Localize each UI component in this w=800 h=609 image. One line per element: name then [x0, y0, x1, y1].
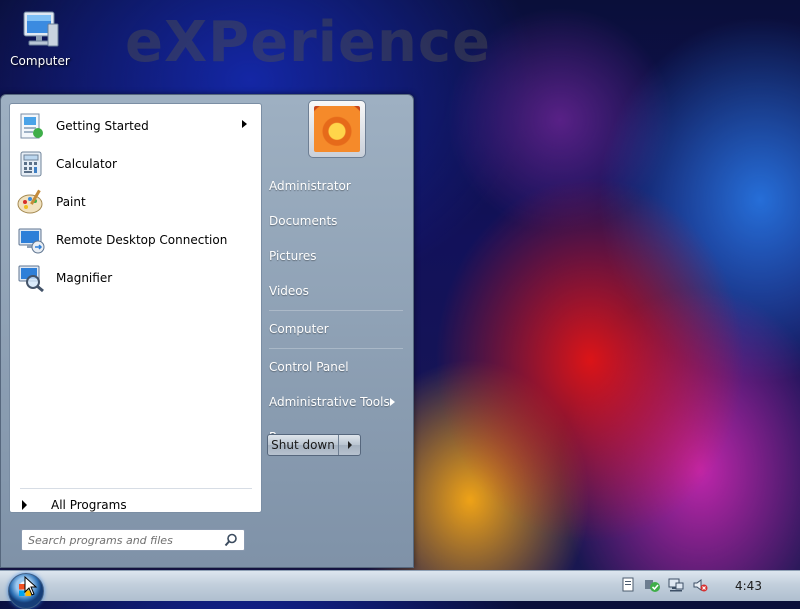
shutdown-label: Shut down — [271, 438, 335, 452]
action-center-icon[interactable] — [620, 577, 636, 593]
search-input[interactable] — [28, 532, 218, 548]
user-avatar — [308, 100, 366, 158]
menu-item-computer[interactable]: Computer — [269, 317, 405, 341]
menu-item-label: Control Panel — [269, 360, 349, 374]
shutdown-button-group: Shut down — [267, 434, 361, 456]
submenu-arrow-icon — [390, 398, 395, 406]
menu-item-label: Videos — [269, 284, 309, 298]
search-box[interactable] — [21, 529, 245, 551]
calculator-icon — [14, 147, 48, 181]
system-tray — [620, 577, 720, 595]
program-label: Getting Started — [56, 119, 149, 133]
menu-item-label: Administrative Tools — [269, 395, 390, 409]
menu-item-label: Administrator — [269, 179, 351, 193]
all-programs-button[interactable]: All Programs — [14, 494, 254, 516]
program-calculator[interactable]: Calculator — [14, 146, 257, 182]
program-label: Magnifier — [56, 271, 113, 285]
divider — [269, 310, 403, 311]
program-label: Paint — [56, 195, 86, 209]
shutdown-button[interactable]: Shut down — [268, 435, 339, 455]
chevron-right-icon — [347, 441, 352, 449]
menu-item-documents[interactable]: Documents — [269, 209, 405, 233]
desktop-icon-label: Computer — [10, 54, 70, 68]
clock[interactable]: 4:43 — [735, 579, 762, 593]
all-programs-label: All Programs — [51, 498, 127, 512]
menu-item-label: Pictures — [269, 249, 317, 263]
taskbar: 4:43 — [0, 570, 800, 609]
program-paint[interactable]: Paint — [14, 184, 257, 220]
start-menu: Getting Started Calculator Paint Remote … — [0, 94, 414, 568]
search-icon[interactable] — [224, 533, 238, 550]
divider — [269, 348, 403, 349]
remote-desktop-icon — [14, 223, 48, 257]
program-label: Calculator — [56, 157, 117, 171]
expand-arrow-icon — [22, 500, 27, 510]
getting-started-icon — [14, 109, 48, 143]
network-icon[interactable] — [668, 577, 684, 593]
program-remote-desktop[interactable]: Remote Desktop Connection — [14, 222, 257, 258]
menu-item-videos[interactable]: Videos — [269, 279, 405, 303]
desktop-watermark: eXPerience — [125, 10, 492, 75]
places-pane: Administrator Documents Pictures Videos … — [263, 95, 411, 565]
menu-item-administrator[interactable]: Administrator — [269, 174, 405, 198]
menu-item-label: Documents — [269, 214, 338, 228]
volume-muted-icon[interactable] — [692, 577, 708, 593]
menu-item-label: Computer — [269, 322, 329, 336]
programs-pane: Getting Started Calculator Paint Remote … — [9, 103, 262, 513]
program-label: Remote Desktop Connection — [56, 233, 228, 247]
program-getting-started[interactable]: Getting Started — [14, 108, 257, 144]
mouse-cursor-icon — [24, 576, 38, 596]
user-picture — [314, 106, 360, 152]
desktop-icon-computer[interactable]: Computer — [8, 8, 72, 68]
search-area — [9, 519, 260, 559]
security-check-icon[interactable] — [644, 577, 660, 593]
menu-item-control-panel[interactable]: Control Panel — [269, 355, 405, 379]
computer-icon — [8, 8, 72, 52]
menu-item-administrative-tools[interactable]: Administrative Tools — [269, 390, 405, 414]
magnifier-icon — [14, 261, 48, 295]
submenu-arrow-icon — [242, 120, 247, 128]
divider — [20, 488, 252, 489]
program-magnifier[interactable]: Magnifier — [14, 260, 257, 296]
menu-item-pictures[interactable]: Pictures — [269, 244, 405, 268]
shutdown-options-button[interactable] — [339, 435, 360, 455]
paint-icon — [14, 185, 48, 219]
